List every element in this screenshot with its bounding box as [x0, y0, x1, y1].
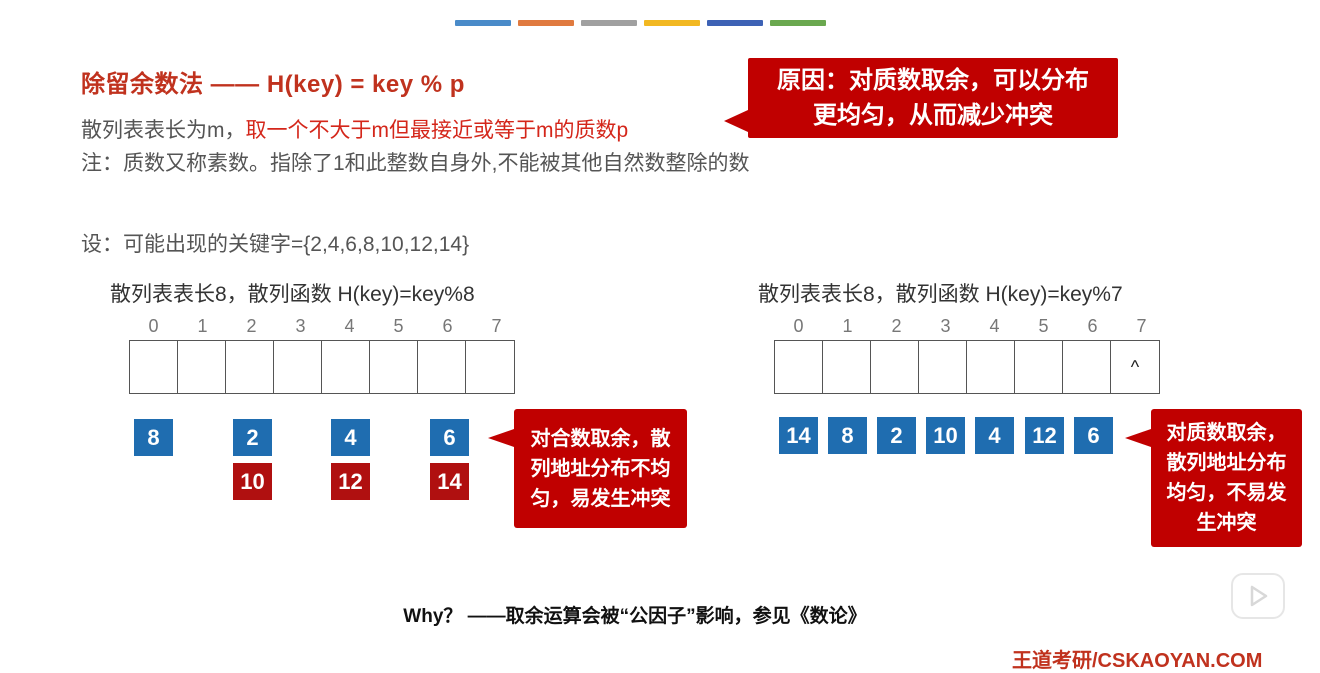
- index-label: 6: [1087, 316, 1098, 336]
- key-box: 6: [1074, 417, 1113, 454]
- table-cell: [775, 341, 823, 393]
- play-button[interactable]: [1231, 573, 1285, 619]
- keys-line: 设：可能出现的关键字={2,4,6,8,10,12,14}: [81, 233, 470, 256]
- table-cell: [871, 341, 919, 393]
- key-box: 10: [926, 417, 965, 454]
- table-cell: [370, 341, 418, 393]
- table-cell: [1015, 341, 1063, 393]
- prime-callout-line1: 对质数取余，: [1166, 422, 1287, 444]
- top-bar-segment: [518, 20, 574, 26]
- index-label: 2: [246, 316, 257, 336]
- index-label: 5: [393, 316, 404, 336]
- left-heading: 散列表表长8，散列函数 H(key)=key%8: [110, 283, 475, 306]
- table-cell: [466, 341, 514, 393]
- top-bar-segment: [455, 20, 511, 26]
- right-heading: 散列表表长8，散列函数 H(key)=key%7: [758, 283, 1123, 306]
- table-cell: [1063, 341, 1111, 393]
- key-box: 12: [1025, 417, 1064, 454]
- composite-callout: 对合数取余，散 列地址分布不均 匀，易发生冲突: [488, 409, 687, 528]
- composite-callout-line3: 匀，易发生冲突: [530, 488, 671, 510]
- callout-arrow: [724, 110, 748, 132]
- table-cell: [418, 341, 466, 393]
- table-cell: [274, 341, 322, 393]
- key-box: 14: [779, 417, 818, 454]
- reason-callout-line2: 更均匀，从而减少冲突: [813, 102, 1053, 129]
- index-label: 2: [891, 316, 902, 336]
- prime-callout-line4: 生冲突: [1196, 512, 1257, 534]
- prime-callout: 对质数取余， 散列地址分布 均匀，不易发 生冲突: [1125, 409, 1302, 547]
- index-label: 5: [1038, 316, 1049, 336]
- play-icon: [1250, 585, 1268, 607]
- table-cell: [130, 341, 178, 393]
- top-bar-segment: [707, 20, 763, 26]
- key-box: 8: [828, 417, 867, 454]
- index-label: 1: [842, 316, 853, 336]
- key-box: 4: [975, 417, 1014, 454]
- note-line: 注：质数又称素数。指除了1和此整数自身外,不能被其他自然数整除的数: [81, 152, 750, 175]
- slide-title: 除留余数法 —— H(key) = key % p: [81, 71, 465, 98]
- table-cell: [322, 341, 370, 393]
- top-bar-segment: [581, 20, 637, 26]
- collision-key-box: 12: [331, 463, 370, 500]
- definition-highlight: 取一个不大于m但最接近或等于m的质数p: [245, 119, 629, 142]
- why-note: Why？ ——取余运算会被“公因子”影响，参见《数论》: [403, 606, 867, 627]
- key-box: 2: [233, 419, 272, 456]
- top-bar-segment: [644, 20, 700, 26]
- index-label: 4: [989, 316, 1000, 336]
- table-cell: [226, 341, 274, 393]
- definition-line: 散列表表长为m，取一个不大于m但最接近或等于m的质数p: [81, 114, 628, 144]
- index-label: 4: [344, 316, 355, 336]
- callout-arrow: [1125, 429, 1151, 447]
- index-label: 7: [1136, 316, 1147, 336]
- table-cell: [178, 341, 226, 393]
- key-box: 2: [877, 417, 916, 454]
- index-label: 3: [940, 316, 951, 336]
- index-label: 6: [442, 316, 453, 336]
- key-box: 6: [430, 419, 469, 456]
- index-label: 7: [491, 316, 502, 336]
- collision-key-box: 10: [233, 463, 272, 500]
- table-cell: ^: [1130, 356, 1140, 377]
- index-label: 1: [197, 316, 208, 336]
- definition-prefix: 散列表表长为m，: [81, 119, 246, 142]
- prime-callout-line2: 散列地址分布: [1166, 452, 1287, 474]
- collision-key-box: 14: [430, 463, 469, 500]
- top-bar-segment: [770, 20, 826, 26]
- index-label: 0: [793, 316, 804, 336]
- reason-callout: 原因：对质数取余，可以分布 更均匀，从而减少冲突: [724, 58, 1118, 138]
- reason-callout-line1: 原因：对质数取余，可以分布: [777, 67, 1089, 94]
- footer-watermark: 王道考研/CSKAOYAN.COM: [1012, 650, 1263, 672]
- key-box: 4: [331, 419, 370, 456]
- left-hash-table: [129, 340, 515, 394]
- right-hash-table: ^: [774, 340, 1160, 394]
- table-cell: [919, 341, 967, 393]
- callout-arrow: [488, 429, 514, 447]
- key-box: 8: [134, 419, 173, 456]
- table-cell: [967, 341, 1015, 393]
- composite-callout-line1: 对合数取余，散: [530, 428, 671, 450]
- index-label: 0: [148, 316, 159, 336]
- index-label: 3: [295, 316, 306, 336]
- composite-callout-line2: 列地址分布不均: [530, 458, 671, 480]
- prime-callout-line3: 均匀，不易发: [1166, 482, 1287, 504]
- table-cell: [823, 341, 871, 393]
